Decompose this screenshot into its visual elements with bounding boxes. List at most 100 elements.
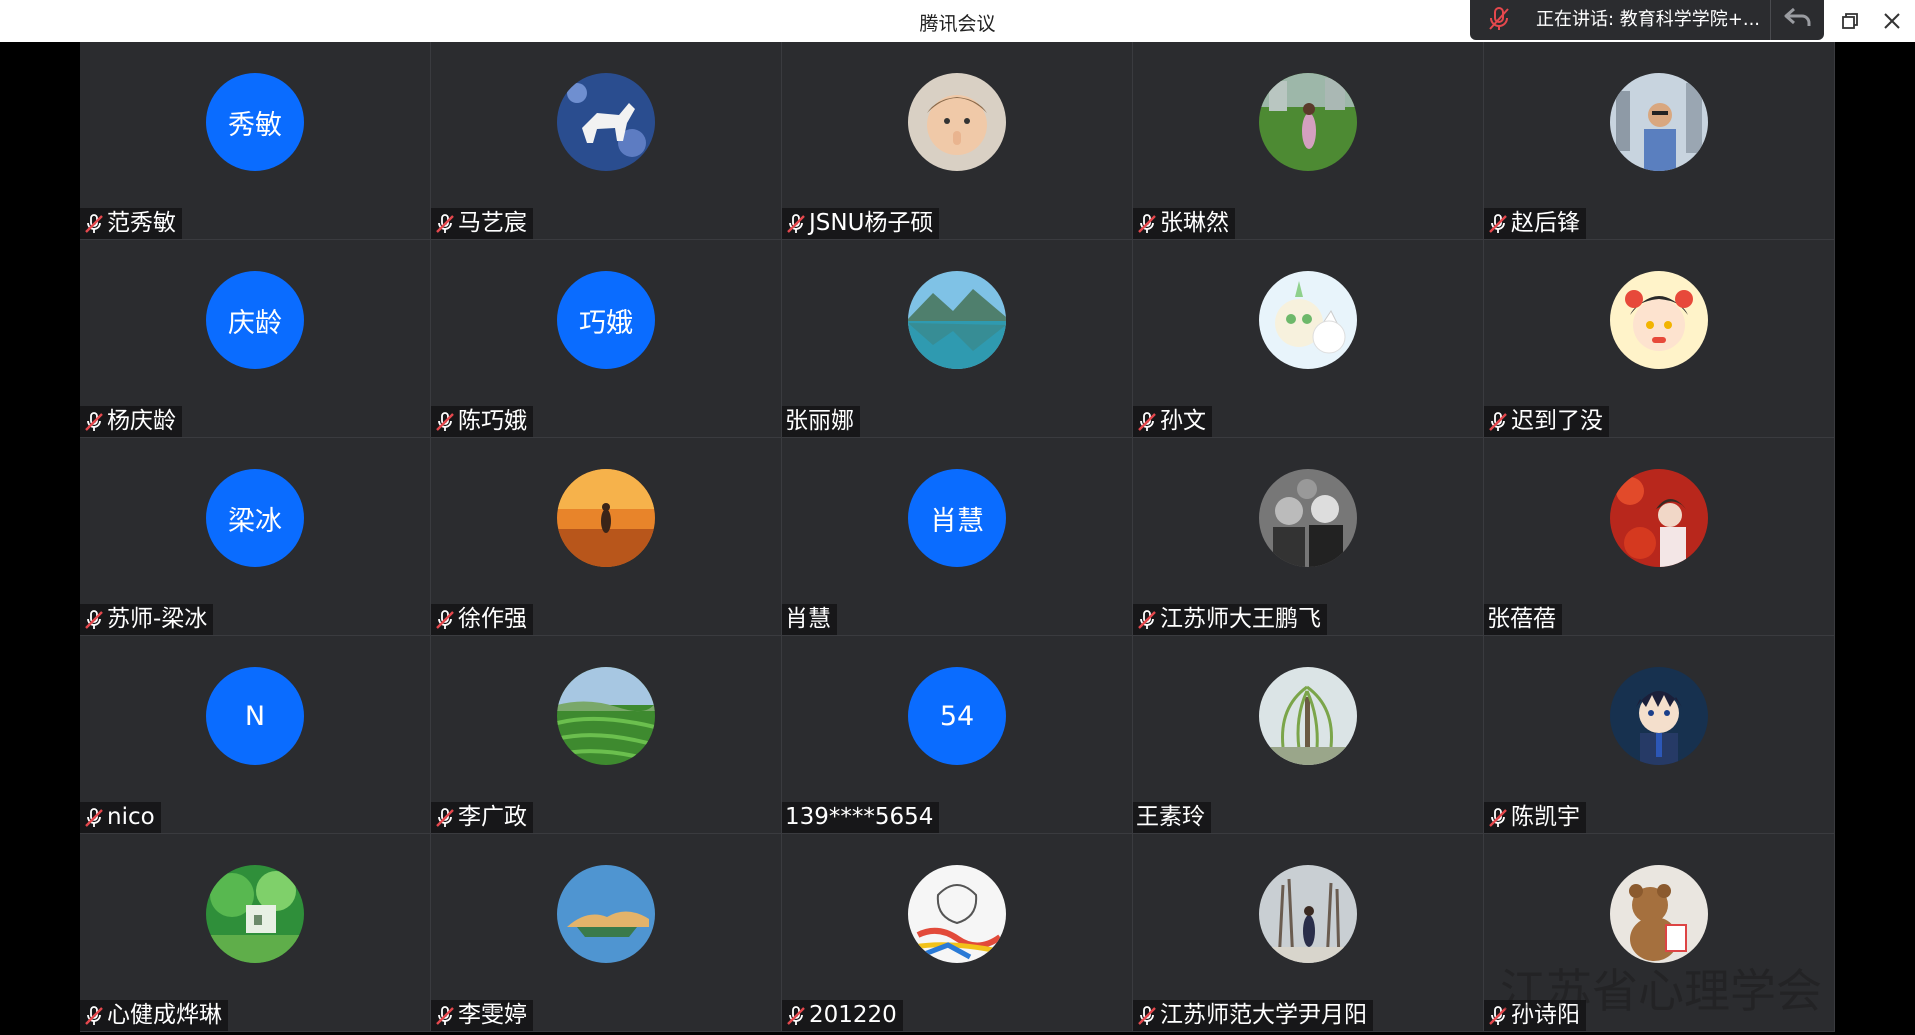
participant-tile[interactable]: JSNU杨子硕 [782, 42, 1133, 240]
participant-name: JSNU杨子硕 [809, 210, 934, 236]
muted-microphone-icon [434, 411, 458, 433]
muted-microphone-icon [1487, 1005, 1511, 1027]
muted-microphone-icon [83, 609, 107, 631]
participant-tile[interactable]: 54 139****5654 [782, 636, 1133, 834]
participant-name-label: 孙文 [1133, 406, 1212, 437]
participant-name-label: 孙诗阳 [1484, 1000, 1586, 1031]
participant-tile[interactable]: 201220 [782, 834, 1133, 1032]
participant-tile[interactable]: 迟到了没 [1484, 240, 1835, 438]
muted-microphone-icon [1136, 1005, 1160, 1027]
participant-tile[interactable]: 孙诗阳 [1484, 834, 1835, 1032]
participant-name-label: 心健成烨琳 [80, 1000, 228, 1031]
participant-name: 张琳然 [1160, 210, 1229, 236]
participant-name: 李雯婷 [458, 1002, 527, 1028]
close-window-icon[interactable] [1877, 6, 1907, 36]
participant-name: 陈凯宇 [1511, 804, 1580, 830]
participant-name-label: 张丽娜 [782, 406, 860, 437]
return-arrow-icon[interactable] [1782, 3, 1814, 33]
participant-tile[interactable]: 马艺宸 [431, 42, 782, 240]
participant-name-label: 张蓓蓓 [1484, 604, 1562, 635]
avatar-initials: 54 [908, 667, 1006, 765]
participant-tile[interactable]: 张琳然 [1133, 42, 1484, 240]
participant-tile[interactable]: 徐作强 [431, 438, 782, 636]
meeting-window: 腾讯会议 正在讲话: 教育科学学院+... 秀敏 范秀敏 马艺宸 JSNU杨子硕… [0, 0, 1915, 1035]
title-bar: 腾讯会议 正在讲话: 教育科学学院+... [0, 0, 1915, 42]
participant-name: 苏师-梁冰 [107, 606, 208, 632]
participant-tile[interactable]: 江苏师大王鹏飞 [1133, 438, 1484, 636]
avatar-initials: 秀敏 [206, 73, 304, 171]
participant-name: 陈巧娥 [458, 408, 527, 434]
participant-tile[interactable]: 庆龄杨庆龄 [80, 240, 431, 438]
participant-name-label: JSNU杨子硕 [782, 208, 940, 239]
participant-name-label: 徐作强 [431, 604, 533, 635]
participant-tile[interactable]: 肖慧 肖慧 [782, 438, 1133, 636]
participant-name-label: nico [80, 802, 161, 833]
participant-tile[interactable]: 陈凯宇 [1484, 636, 1835, 834]
avatar-initials: 庆龄 [206, 271, 304, 369]
participant-tile[interactable]: 巧娥陈巧娥 [431, 240, 782, 438]
participant-tile[interactable]: Nnico [80, 636, 431, 834]
participant-name-label: 李雯婷 [431, 1000, 533, 1031]
participant-tile[interactable]: 秀敏范秀敏 [80, 42, 431, 240]
participant-tile[interactable]: 王素玲 [1133, 636, 1484, 834]
participant-name-label: 肖慧 [782, 604, 837, 635]
muted-microphone-icon [1487, 807, 1511, 829]
participant-tile[interactable]: 李雯婷 [431, 834, 782, 1032]
teddy-bear-photo-icon [1610, 865, 1708, 963]
participant-tile[interactable]: 孙文 [1133, 240, 1484, 438]
participant-tile[interactable]: 李广政 [431, 636, 782, 834]
muted-microphone-icon [1136, 213, 1160, 235]
participant-name: 张丽娜 [785, 408, 854, 434]
participant-grid: 秀敏 范秀敏 马艺宸 JSNU杨子硕 张琳然 赵后锋 庆龄 杨庆龄 巧娥 陈巧娥 张丽娜 孙文 迟到了没… [80, 42, 1835, 1032]
participant-name: nico [107, 804, 155, 830]
anime-forest-house-icon [206, 865, 304, 963]
participant-tile[interactable]: 江苏师范大学尹月阳 [1133, 834, 1484, 1032]
participant-name-label: 李广政 [431, 802, 533, 833]
participant-name: 范秀敏 [107, 210, 176, 236]
muted-microphone-icon [434, 213, 458, 235]
willow-tree-photo-icon [1259, 667, 1357, 765]
muted-microphone-icon [434, 807, 458, 829]
participant-name: 李广政 [458, 804, 527, 830]
participant-tile[interactable]: 张丽娜 [782, 240, 1133, 438]
participant-name: 孙文 [1160, 408, 1206, 434]
horse-photo-icon [557, 73, 655, 171]
participant-name: 王素玲 [1136, 804, 1205, 830]
muted-microphone-icon [1136, 609, 1160, 631]
active-speaker-indicator[interactable]: 正在讲话: 教育科学学院+... [1470, 0, 1824, 40]
participant-name-label: 陈巧娥 [431, 406, 533, 437]
person-on-grass-photo-icon [1259, 73, 1357, 171]
participant-name-label: 赵后锋 [1484, 208, 1586, 239]
participant-name: 心健成烨琳 [107, 1002, 222, 1028]
avatar-initials: 巧娥 [557, 271, 655, 369]
woman-red-leaves-photo-icon [1610, 469, 1708, 567]
participant-name: 201220 [809, 1002, 897, 1028]
participant-tile[interactable]: 心健成烨琳 [80, 834, 431, 1032]
participant-name: 江苏师大王鹏飞 [1160, 606, 1321, 632]
participant-name: 139****5654 [785, 804, 934, 830]
sunset-field-photo-icon [557, 469, 655, 567]
speaking-label: 正在讲话: 教育科学学院+... [1536, 9, 1761, 30]
muted-microphone-icon [1487, 411, 1511, 433]
participant-name-label: 王素玲 [1133, 802, 1211, 833]
muted-microphone-icon [1487, 213, 1511, 235]
muted-microphone-icon [83, 1005, 107, 1027]
participant-name: 马艺宸 [458, 210, 527, 236]
participant-tile[interactable]: 张蓓蓓 [1484, 438, 1835, 636]
participant-name-label: 苏师-梁冰 [80, 604, 214, 635]
participant-name-label: 陈凯宇 [1484, 802, 1586, 833]
muted-microphone-icon [83, 213, 107, 235]
participant-name: 徐作强 [458, 606, 527, 632]
participant-tile[interactable]: 梁冰苏师-梁冰 [80, 438, 431, 636]
participant-name-label: 江苏师范大学尹月阳 [1133, 1000, 1373, 1031]
participant-name-label: 杨庆龄 [80, 406, 182, 437]
muted-microphone-icon [1484, 4, 1514, 34]
participant-name: 张蓓蓓 [1487, 606, 1556, 632]
restore-window-icon[interactable] [1835, 6, 1865, 36]
muted-microphone-icon [83, 411, 107, 433]
avatar-initials: N [206, 667, 304, 765]
participant-tile[interactable]: 赵后锋 [1484, 42, 1835, 240]
cartoon-cat-icon [1259, 271, 1357, 369]
avatar-initials: 梁冰 [206, 469, 304, 567]
participant-name: 杨庆龄 [107, 408, 176, 434]
